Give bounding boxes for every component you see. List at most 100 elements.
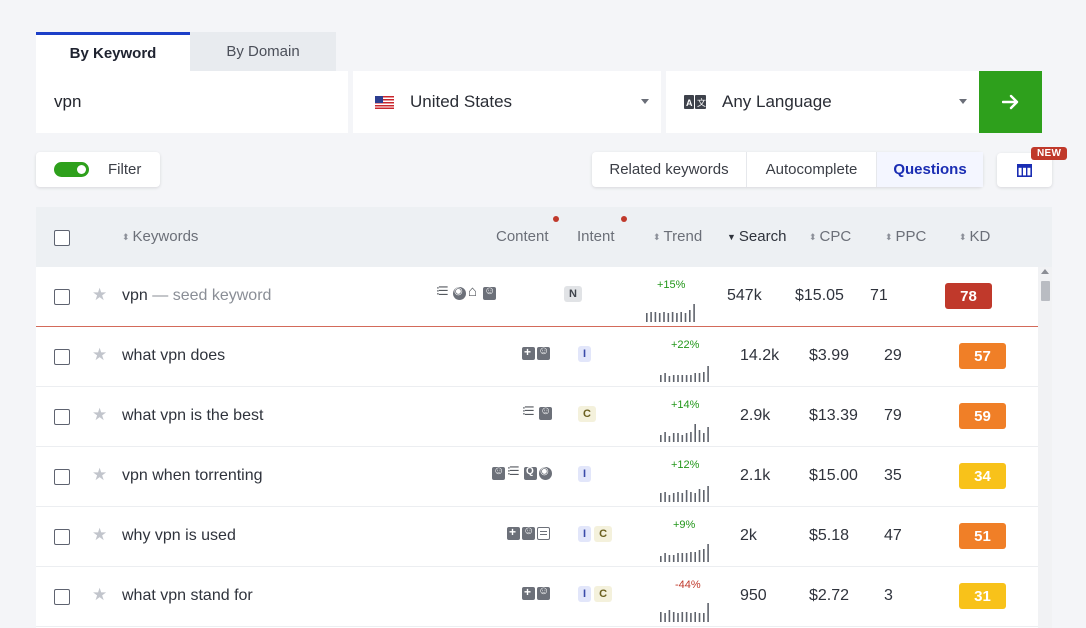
sparkline-bar <box>664 373 666 382</box>
sparkline-bar <box>680 312 682 322</box>
country-label: United States <box>410 92 513 111</box>
star-icon[interactable]: ★ <box>92 465 107 485</box>
ppc-value: 29 <box>884 347 902 364</box>
intent-badge: C <box>594 526 613 542</box>
us-flag-icon <box>375 95 394 109</box>
sparkline-bar <box>681 435 684 442</box>
star-icon[interactable]: ★ <box>92 525 107 545</box>
sparkline-bar <box>698 489 701 502</box>
sparkline-bar <box>676 313 678 322</box>
star-icon[interactable]: ★ <box>92 585 107 605</box>
row-checkbox[interactable] <box>54 409 70 425</box>
sparkline-bar <box>660 612 662 622</box>
star-icon[interactable]: ★ <box>92 345 107 365</box>
column-ppc[interactable]: ⬍ PPC <box>885 228 926 245</box>
tab-by-domain[interactable]: By Domain <box>190 32 336 71</box>
new-badge: NEW <box>1031 147 1068 160</box>
country-select[interactable]: United States <box>353 71 661 133</box>
intent-badge: N <box>564 286 582 302</box>
keyword-text: what vpn is the best <box>122 407 264 424</box>
keyword-link[interactable]: why vpn is used <box>122 527 236 545</box>
kd-badge: 57 <box>959 343 1006 369</box>
column-content[interactable]: Content <box>496 228 549 245</box>
list-icon <box>507 464 522 480</box>
segment-related-keywords[interactable]: Related keywords <box>592 152 747 187</box>
sparkline-bar <box>703 613 705 622</box>
row-checkbox[interactable] <box>54 289 70 305</box>
sparkline-bar <box>681 553 684 562</box>
column-cpc[interactable]: ⬍ CPC <box>809 228 851 245</box>
search-volume: 950 <box>740 587 767 604</box>
sparkline-bar <box>681 493 684 502</box>
segment-autocomplete[interactable]: Autocomplete <box>747 152 877 187</box>
sort-icon: ⬍ <box>959 232 967 242</box>
star-icon[interactable]: ★ <box>92 405 107 425</box>
search-volume: 2.1k <box>740 467 771 484</box>
star-icon[interactable]: ★ <box>92 285 107 305</box>
column-search[interactable]: ▼ Search <box>727 228 786 245</box>
keyword-input[interactable] <box>36 71 348 133</box>
sparkline-bar <box>685 375 688 382</box>
kd-badge: 78 <box>945 283 992 309</box>
keyword-link[interactable]: what vpn stand for <box>122 587 253 605</box>
keyword-link[interactable]: vpn when torrenting <box>122 467 263 485</box>
sparkline-bar <box>707 544 709 562</box>
sparkline-bar <box>694 612 696 622</box>
sparkline-bar <box>694 424 696 442</box>
keyword-link[interactable]: what vpn is the best <box>122 407 263 425</box>
sort-desc-icon: ▼ <box>727 232 736 242</box>
scroll-up-icon[interactable] <box>1041 269 1049 274</box>
news-icon <box>537 527 550 540</box>
reddit-icon <box>492 465 505 480</box>
sparkline-bar <box>660 435 662 442</box>
ppc-value: 47 <box>884 527 902 544</box>
filter-label: Filter <box>108 161 142 178</box>
scrollbar-thumb[interactable] <box>1041 281 1050 301</box>
intent-badge: I <box>578 346 592 362</box>
sort-icon: ⬍ <box>653 232 661 242</box>
keyword-text: vpn <box>122 287 148 304</box>
chrome-icon <box>453 286 466 300</box>
sparkline-bar <box>690 492 692 502</box>
row-checkbox[interactable] <box>54 469 70 485</box>
sparkline-bar <box>703 372 705 382</box>
column-keywords[interactable]: ⬍ Keywords <box>122 228 198 245</box>
column-intent-label: Intent <box>577 228 615 245</box>
row-checkbox[interactable] <box>54 349 70 365</box>
select-all-checkbox[interactable] <box>54 230 70 246</box>
search-volume: 2k <box>740 527 757 544</box>
toggle-switch[interactable] <box>54 162 89 177</box>
keyword-link[interactable]: what vpn does <box>122 347 225 365</box>
sparkline-bar <box>664 432 666 442</box>
sparkline-bar <box>693 304 695 322</box>
column-intent[interactable]: Intent <box>577 228 615 245</box>
sparkline-bar <box>694 373 696 382</box>
keyword-type-segments: Related keywords Autocomplete Questions <box>592 152 983 187</box>
row-checkbox[interactable] <box>54 529 70 545</box>
column-trend-label: Trend <box>663 228 703 245</box>
plus-icon <box>507 525 520 540</box>
column-cpc-label: CPC <box>819 228 852 245</box>
column-kd[interactable]: ⬍ KD <box>959 228 990 245</box>
sparkline-bar <box>690 375 692 382</box>
tab-by-keyword[interactable]: By Keyword <box>36 32 190 71</box>
table-scrollbar[interactable] <box>1038 267 1052 628</box>
language-select[interactable]: A 文 Any Language <box>666 71 979 133</box>
intent-badges: C <box>578 406 596 422</box>
trend-sparkline <box>660 486 709 502</box>
search-submit-button[interactable] <box>979 71 1042 133</box>
column-trend[interactable]: ⬍ Trend <box>653 228 702 245</box>
filter-toggle[interactable]: Filter <box>36 152 160 187</box>
sparkline-bar <box>663 312 665 322</box>
quora-icon <box>524 466 537 480</box>
segment-questions[interactable]: Questions <box>877 152 983 187</box>
sparkline-bar <box>667 313 670 322</box>
trend-sparkline <box>660 366 709 382</box>
sparkline-bar <box>694 493 696 502</box>
sparkline-bar <box>672 433 675 442</box>
ppc-value: 79 <box>884 407 902 424</box>
sparkline-bar <box>660 493 662 502</box>
row-checkbox[interactable] <box>54 589 70 605</box>
keyword-link[interactable]: vpn — seed keyword <box>122 287 271 305</box>
table-row: ★ what vpn is the best C +14% 2.9k $13.39 79 59 <box>36 387 1038 447</box>
